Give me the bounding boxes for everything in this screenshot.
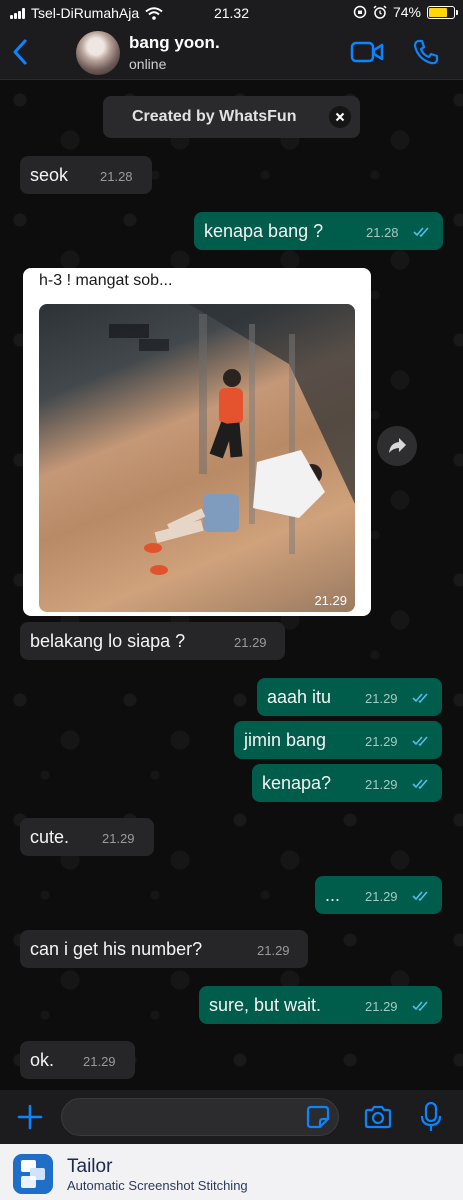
message-time: 21.29	[365, 691, 398, 706]
message-time: 21.29	[83, 1054, 116, 1069]
read-ticks-icon	[412, 1001, 428, 1012]
battery-percent: 74%	[392, 4, 421, 20]
incoming-message[interactable]: belakang lo siapa ? 21.29	[20, 622, 285, 660]
message-time: 21.28	[100, 169, 133, 184]
incoming-message[interactable]: can i get his number? 21.29	[20, 930, 308, 968]
tailor-app-icon	[13, 1154, 53, 1194]
microphone-icon[interactable]	[420, 1102, 442, 1132]
message-text: belakang lo siapa ?	[30, 631, 186, 651]
read-ticks-icon	[412, 779, 428, 790]
sticker-icon[interactable]	[305, 1104, 331, 1130]
contact-name[interactable]: bang yoon.	[129, 33, 220, 53]
battery-icon	[427, 5, 458, 19]
read-ticks-icon	[412, 736, 428, 747]
read-ticks-icon	[413, 227, 429, 238]
read-ticks-icon	[412, 891, 428, 902]
status-right: 74%	[353, 4, 458, 20]
tailor-subtitle: Automatic Screenshot Stitching	[67, 1178, 248, 1193]
shared-photo[interactable]: 21.29	[39, 304, 355, 612]
outgoing-message[interactable]: jimin bang 21.29	[234, 721, 442, 759]
photo-scene	[39, 304, 355, 575]
video-call-icon[interactable]	[350, 40, 384, 64]
message-text: can i get his number?	[30, 939, 203, 959]
photo-caption: h-3 ! mangat sob...	[39, 272, 173, 289]
photo-message[interactable]: h-3 ! mangat sob... 21.29	[23, 268, 371, 616]
message-text: sure, but wait.	[209, 995, 322, 1015]
back-icon[interactable]	[8, 36, 34, 68]
message-text: kenapa bang ?	[204, 221, 324, 241]
message-text: kenapa?	[262, 773, 332, 793]
voice-call-icon[interactable]	[412, 38, 440, 66]
whatsfun-banner: Created by WhatsFun	[103, 96, 360, 138]
incoming-message[interactable]: ok. 21.29	[20, 1041, 135, 1079]
message-time: 21.29	[365, 889, 398, 904]
message-time: 21.29	[365, 777, 398, 792]
message-time: 21.29	[365, 734, 398, 749]
input-bar	[0, 1090, 463, 1144]
outgoing-message[interactable]: kenapa bang ? 21.28	[194, 212, 443, 250]
orientation-lock-icon	[353, 5, 367, 19]
message-time: 21.29	[102, 831, 135, 846]
status-bar: Tsel-DiRumahAja 21.32 74%	[0, 0, 463, 26]
message-text: jimin bang	[244, 730, 327, 750]
message-text: ...	[325, 885, 341, 905]
close-icon[interactable]	[329, 106, 351, 128]
read-ticks-icon	[412, 693, 428, 704]
outgoing-message[interactable]: ... 21.29	[315, 876, 442, 914]
forward-icon[interactable]	[377, 426, 417, 466]
tailor-app-name: Tailor	[67, 1156, 113, 1177]
outgoing-message[interactable]: aaah itu 21.29	[257, 678, 442, 716]
message-text: cute.	[30, 827, 70, 847]
incoming-message[interactable]: cute. 21.29	[20, 818, 154, 856]
tailor-promo[interactable]: Tailor Automatic Screenshot Stitching	[0, 1144, 463, 1200]
message-input[interactable]	[61, 1098, 339, 1136]
chat-header: bang yoon. online	[0, 26, 463, 80]
outgoing-message[interactable]: sure, but wait. 21.29	[199, 986, 442, 1024]
message-time: 21.29	[234, 635, 267, 650]
incoming-message[interactable]: seok 21.28	[20, 156, 152, 194]
message-text: seok	[30, 165, 69, 185]
message-time: 21.28	[366, 225, 399, 240]
plus-icon[interactable]	[16, 1103, 44, 1131]
message-time: 21.29	[314, 593, 347, 608]
message-text: ok.	[30, 1050, 55, 1070]
alarm-icon	[373, 5, 387, 19]
message-time: 21.29	[365, 999, 398, 1014]
message-text: aaah itu	[267, 687, 332, 707]
outgoing-message[interactable]: kenapa? 21.29	[252, 764, 442, 802]
message-time: 21.29	[257, 943, 290, 958]
banner-text: Created by WhatsFun	[132, 108, 297, 125]
contact-status: online	[129, 56, 167, 72]
camera-icon[interactable]	[363, 1105, 393, 1129]
avatar[interactable]	[76, 31, 120, 75]
